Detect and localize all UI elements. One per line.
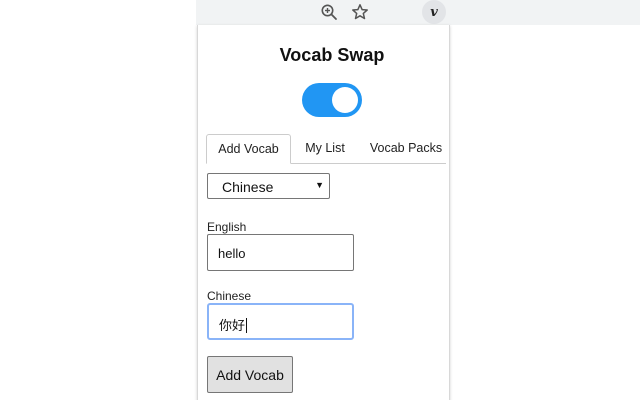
- chinese-input-value-wrap: 你好: [219, 315, 248, 334]
- vocab-swap-extension-icon[interactable]: v: [422, 0, 446, 24]
- tab-my-list[interactable]: My List: [298, 134, 352, 162]
- toggle-knob: [332, 87, 358, 113]
- star-icon[interactable]: [350, 2, 370, 22]
- popup-title: Vocab Swap: [279, 45, 385, 65]
- english-input-value: hello: [218, 246, 246, 261]
- screen: v Vocab Swap Add Vocab My List Vocab Pac…: [0, 0, 640, 400]
- extension-popup: Vocab Swap Add Vocab My List Vocab Packs…: [197, 25, 450, 400]
- chinese-input[interactable]: 你好: [207, 303, 354, 340]
- language-select[interactable]: Chinese ▼: [207, 173, 330, 199]
- tab-add-vocab[interactable]: Add Vocab: [206, 134, 291, 164]
- enable-toggle[interactable]: [302, 83, 362, 117]
- english-input[interactable]: hello: [207, 234, 354, 271]
- english-label: English: [207, 220, 247, 234]
- text-caret: [246, 318, 248, 333]
- browser-toolbar: v: [196, 0, 640, 25]
- add-vocab-button[interactable]: Add Vocab: [207, 356, 293, 393]
- chinese-input-value: 你好: [219, 318, 246, 333]
- chinese-label: Chinese: [207, 289, 252, 303]
- zoom-icon[interactable]: [319, 2, 339, 22]
- language-select-value: Chinese: [222, 179, 274, 195]
- tab-bar: Add Vocab My List Vocab Packs: [206, 134, 446, 164]
- extension-letter: v: [430, 4, 438, 20]
- chevron-down-icon: ▼: [315, 180, 324, 190]
- tab-vocab-packs[interactable]: Vocab Packs: [366, 134, 446, 162]
